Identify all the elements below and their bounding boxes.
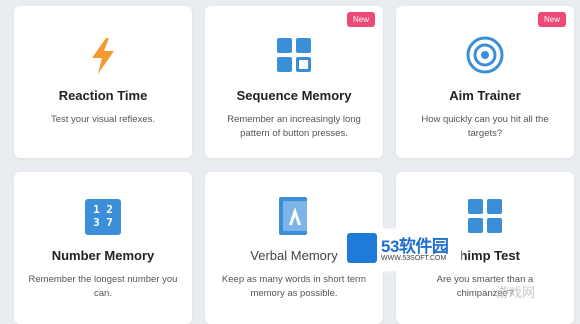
card-description: Test your visual reflexes. (50, 114, 155, 125)
card-reaction-time[interactable]: Reaction Time Test your visual reflexes. (14, 6, 192, 158)
book-icon (279, 197, 309, 235)
new-badge: New (346, 12, 375, 27)
lightning-icon (89, 38, 117, 74)
watermark: 53软件园 WWW.53SOFT.COM (343, 229, 461, 271)
corner-watermark-text: 游戏网 (496, 285, 536, 300)
target-icon (466, 36, 504, 74)
card-sequence-memory[interactable]: New Sequence Memory Remember an increasi… (205, 6, 383, 158)
card-description: Remember the longest number you can. (28, 274, 178, 299)
grid-squares-icon (468, 199, 502, 233)
watermark-logo-icon (347, 233, 377, 263)
card-description: Keep as many words in short term memory … (221, 274, 367, 299)
card-title: Number Memory (51, 248, 155, 263)
watermark-name: 53软件园 (381, 237, 449, 256)
new-badge: New (537, 12, 566, 27)
card-title: Aim Trainer (449, 88, 521, 103)
card-title: Reaction Time (58, 88, 148, 103)
card-number-memory[interactable]: 1 2 3 7 Number Memory Remember the longe… (14, 172, 192, 324)
card-aim-trainer[interactable]: New Aim Trainer How quickly can you hit … (396, 6, 574, 158)
watermark-url: WWW.53SOFT.COM (381, 255, 447, 262)
grid-squares-icon (277, 38, 311, 72)
card-description: Remember an increasingly long pattern of… (227, 114, 361, 139)
card-description: How quickly can you hit all the targets? (421, 114, 549, 139)
card-description: Are you smarter than a chimpanzee? (436, 274, 534, 299)
number-grid-icon: 1 2 3 7 (85, 199, 121, 235)
card-title: Sequence Memory (236, 88, 352, 103)
number-grid-digits: 1 2 3 7 (93, 203, 113, 229)
